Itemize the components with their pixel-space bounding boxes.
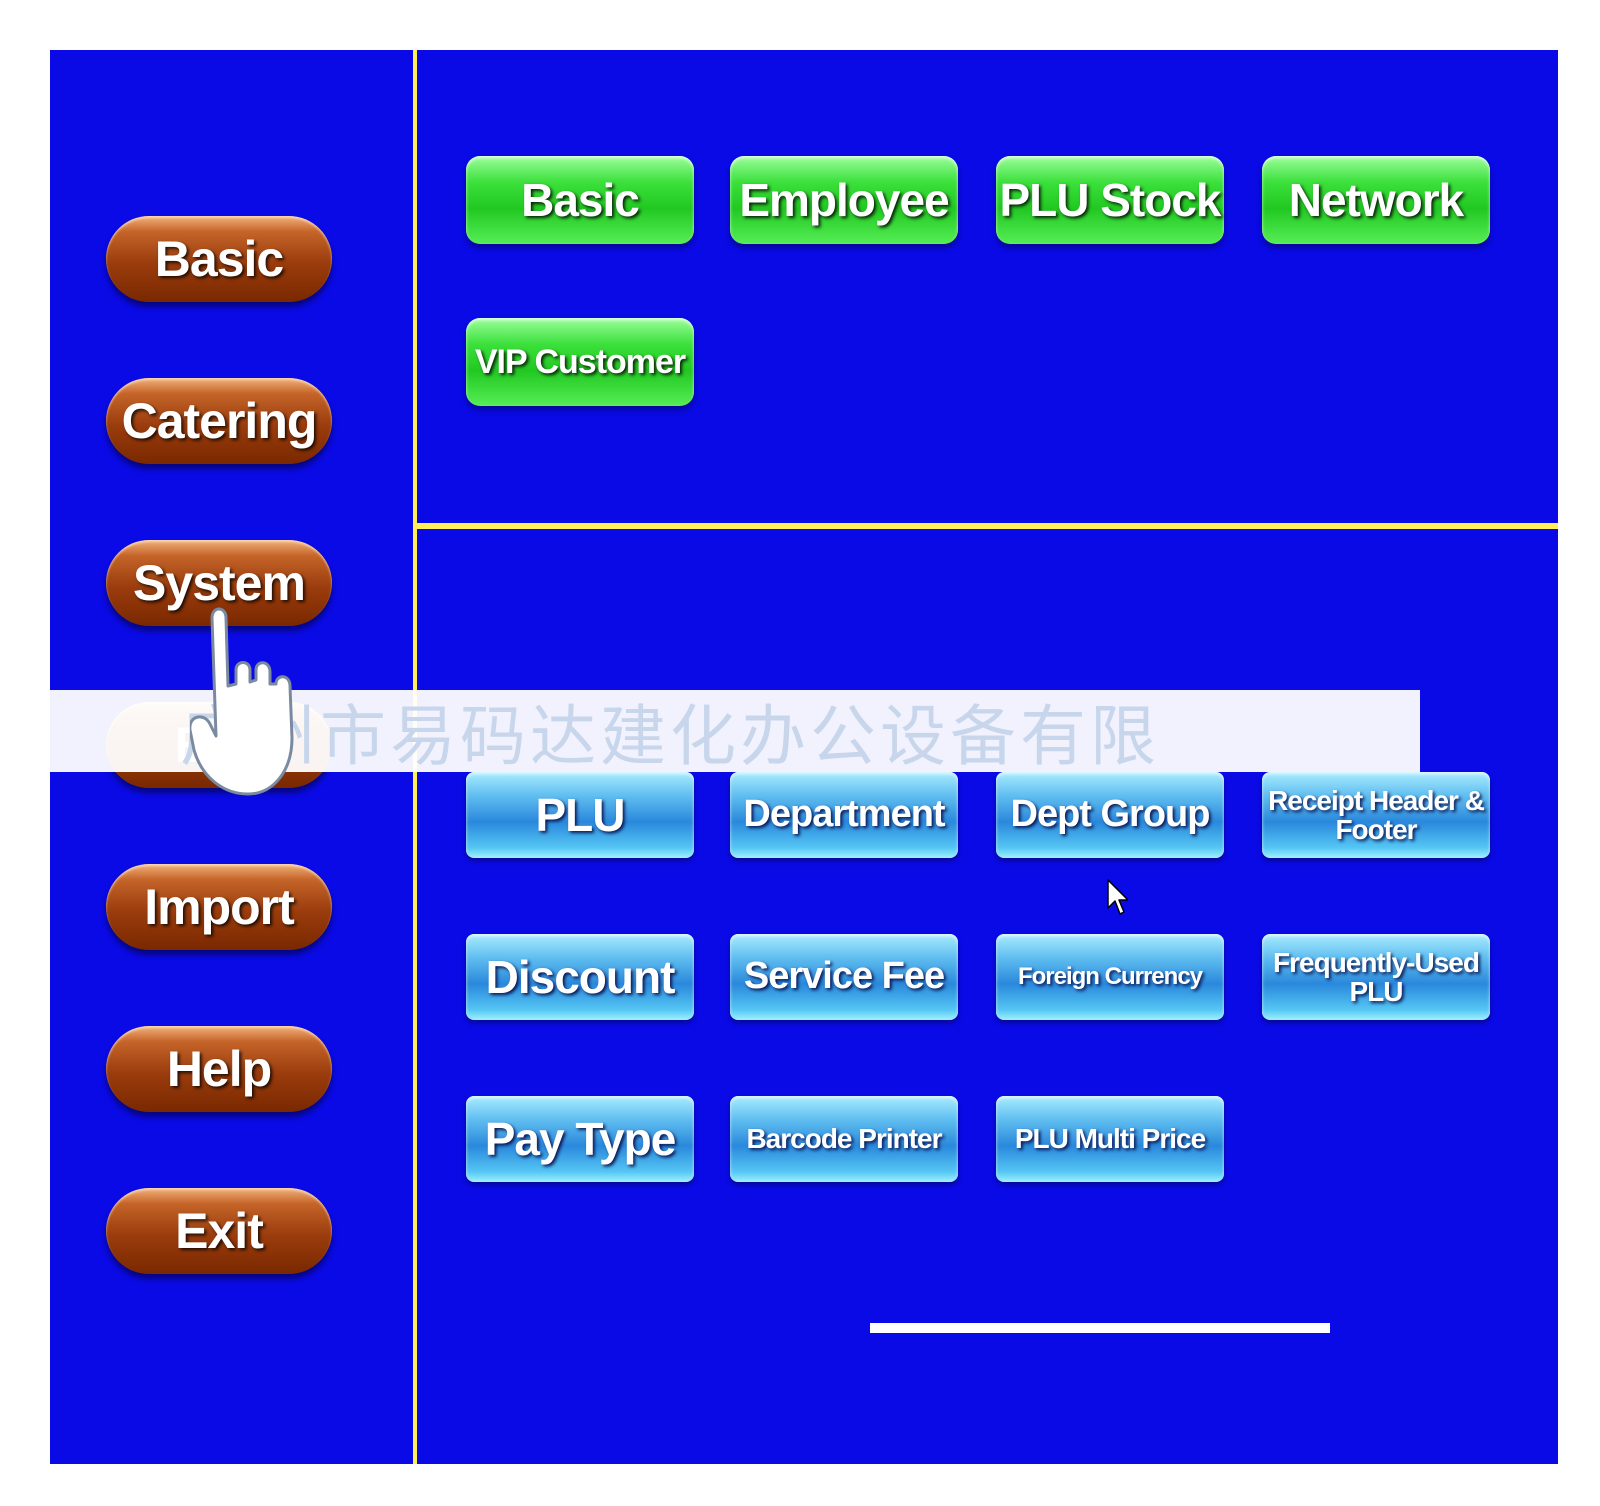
department-button[interactable]: Department <box>730 772 958 858</box>
plu-button[interactable]: PLU <box>466 772 694 858</box>
watermark-text: 广州市易码达建化办公设备有限 <box>180 698 1160 772</box>
service-fee-button[interactable]: Service Fee <box>730 934 958 1020</box>
sidebar-catering-button[interactable]: Catering <box>106 378 332 464</box>
plu-stock-button[interactable]: PLU Stock <box>996 156 1224 244</box>
sidebar-help-button[interactable]: Help <box>106 1026 332 1112</box>
sidebar-exit-button[interactable]: Exit <box>106 1188 332 1274</box>
discount-button[interactable]: Discount <box>466 934 694 1020</box>
foreign-currency-button[interactable]: Foreign Currency <box>996 934 1224 1020</box>
pointing-hand-icon <box>190 607 294 796</box>
pay-type-button[interactable]: Pay Type <box>466 1096 694 1182</box>
mouse-cursor-icon <box>1107 879 1128 915</box>
vip-customer-button[interactable]: VIP Customer <box>466 318 694 406</box>
pos-settings-window: Basic Catering System Exp Import Help Ex… <box>50 50 1558 1464</box>
frequently-used-plu-button[interactable]: Frequently-Used PLU <box>1262 934 1490 1020</box>
dept-group-button[interactable]: Dept Group <box>996 772 1224 858</box>
sidebar-import-button[interactable]: Import <box>106 864 332 950</box>
basic-settings-button[interactable]: Basic <box>466 156 694 244</box>
network-button[interactable]: Network <box>1262 156 1490 244</box>
sidebar-basic-button[interactable]: Basic <box>106 216 332 302</box>
receipt-header-footer-button[interactable]: Receipt Header & Footer <box>1262 772 1490 858</box>
horizontal-divider <box>413 523 1558 529</box>
employee-button[interactable]: Employee <box>730 156 958 244</box>
barcode-printer-button[interactable]: Barcode Printer <box>730 1096 958 1182</box>
plu-multi-price-button[interactable]: PLU Multi Price <box>996 1096 1224 1182</box>
bottom-watermark-fragment <box>870 1323 1330 1333</box>
